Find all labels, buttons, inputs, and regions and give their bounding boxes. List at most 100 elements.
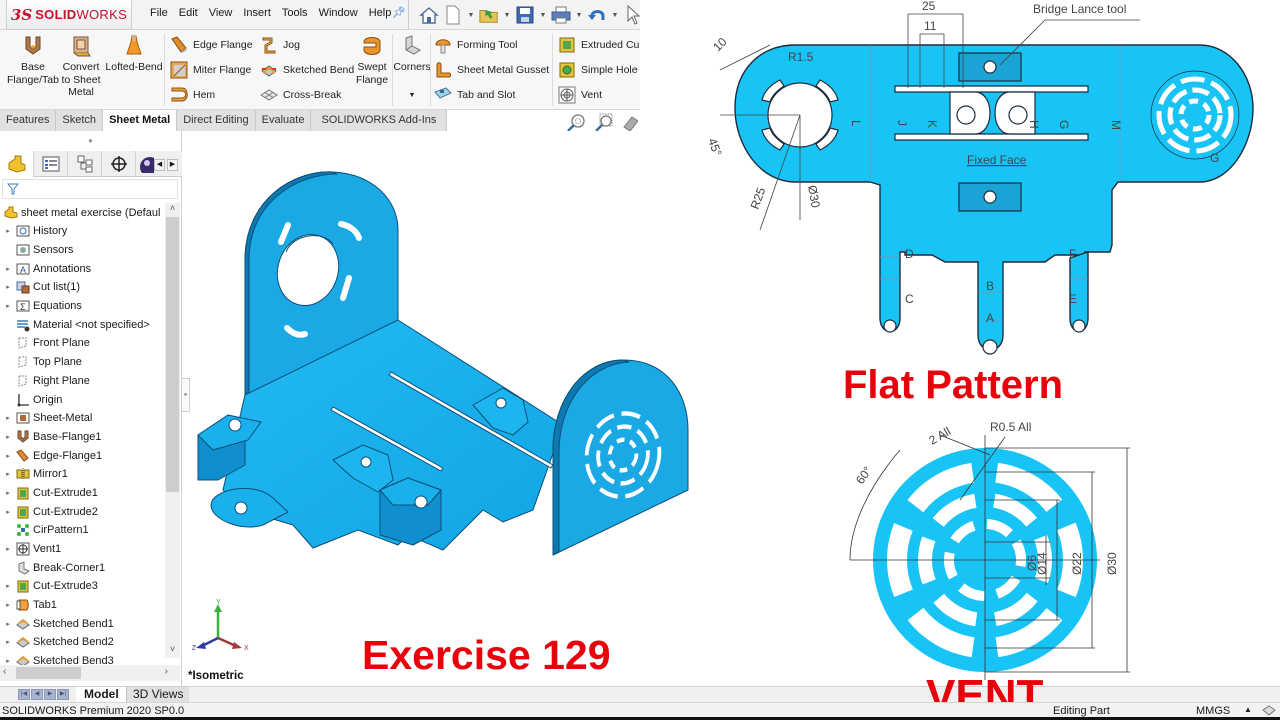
menu-insert[interactable]: Insert [243,7,271,19]
tab-sketch[interactable]: Sketch [56,110,104,131]
hem-button[interactable]: Hem [170,86,215,104]
tab-3d-views[interactable]: 3D Views [126,687,190,703]
new-document-icon[interactable] [443,5,463,25]
tree-horizontal-scrollbar[interactable]: ‹ › [0,665,180,681]
open-dropdown-icon[interactable]: ▼ [503,12,511,19]
select-cursor-icon[interactable] [623,5,643,25]
tree-item-cut-extrude1[interactable]: ▸ Cut-Extrude1 [0,484,165,503]
units-menu-icon[interactable]: ▲ [1244,705,1252,714]
previous-view-icon[interactable] [622,113,638,133]
tree-item-origin[interactable]: Origin [0,390,165,409]
tree-item-annotations[interactable]: ▸ A Annotations [0,259,165,278]
tree-item-sensors[interactable]: Sensors [0,241,165,260]
expand-arrow-icon[interactable]: ▸ [0,601,16,609]
corners-button[interactable]: Corners ▼ [393,34,431,103]
expand-arrow-icon[interactable]: ▸ [0,489,16,497]
expand-arrow-icon[interactable]: ▸ [0,470,16,478]
save-icon[interactable] [515,5,535,25]
expand-arrow-icon[interactable]: ▸ [0,283,16,291]
new-dropdown-icon[interactable]: ▼ [467,12,475,19]
tree-item-base-flange1[interactable]: ▸ Base-Flange1 [0,428,165,447]
cross-break-button[interactable]: Cross-Break [260,86,341,104]
convert-sheet-metal-button[interactable]: Convert to Sheet Metal [60,34,102,99]
tree-item-sketched-bend1[interactable]: ▸ Sketched Bend1 [0,614,165,633]
sketched-bend-button[interactable]: Sketched Bend [260,61,354,79]
tab-scroll-right-icon[interactable]: ▶ [167,159,178,171]
edge-flange-button[interactable]: Edge Flange [170,36,253,54]
tree-item-vent1[interactable]: ▸ Vent1 [0,540,165,559]
feature-manager-tab[interactable] [0,151,34,177]
base-flange-button[interactable]: Base Flange/Tab [6,34,60,86]
display-manager-tab[interactable] [136,151,156,177]
expand-arrow-icon[interactable]: ▸ [0,265,16,273]
lofted-bend-button[interactable]: Lofted-Bend [104,34,164,74]
dimxpert-manager-tab[interactable] [102,151,136,177]
tree-item-cut-extrude3[interactable]: ▸ Cut-Extrude3 [0,577,165,596]
scroll-down-icon[interactable]: ˅ [165,644,180,658]
tree-item-sketched-bend2[interactable]: ▸ Sketched Bend2 [0,633,165,652]
expand-arrow-icon[interactable]: ▸ [0,657,16,665]
expand-arrow-icon[interactable]: ▸ [0,302,16,310]
tree-item-cut-list-1[interactable]: ▸ Cut list(1) [0,278,165,297]
tree-item-cirpattern1[interactable]: CirPattern1 [0,521,165,540]
corners-dropdown-icon[interactable]: ▼ [409,90,416,103]
scroll-right-icon[interactable]: › [165,666,168,677]
property-manager-tab[interactable] [34,151,68,177]
open-icon[interactable] [479,5,499,25]
extruded-cut-button[interactable]: Extruded Cu [558,36,639,54]
menu-file[interactable]: File [150,7,168,19]
expand-arrow-icon[interactable]: ▸ [0,620,16,628]
tree-item-material-not-specified[interactable]: Material <not specified> [0,315,165,334]
sheet-metal-3d-model[interactable] [183,160,713,600]
solidworks-logo[interactable]: 3S SOLIDWORKS [6,0,132,30]
undo-icon[interactable] [587,5,607,25]
tree-item-right-plane[interactable]: Right Plane [0,372,165,391]
tree-item-edge-flange1[interactable]: ▸ Edge-Flange1 [0,446,165,465]
tab-model[interactable]: Model [76,687,127,703]
simple-hole-button[interactable]: Simple Hole [558,61,638,79]
home-icon[interactable] [419,5,439,25]
tree-vertical-scrollbar[interactable]: ˄ ˅ [165,203,180,658]
swept-flange-button[interactable]: Swept Flange [352,34,392,86]
last-tab-icon[interactable]: ▶| [57,689,69,700]
vent-button[interactable]: Vent [558,86,602,104]
tab-direct-editing[interactable]: Direct Editing [177,110,256,131]
tree-root-part[interactable]: sheet metal exercise (Defaul [0,203,165,222]
expand-arrow-icon[interactable]: ▸ [0,545,16,553]
tree-item-break-corner1[interactable]: Break-Corner1 [0,558,165,577]
tab-and-slot-button[interactable]: Tab and Slot [434,86,515,104]
tab-features[interactable]: Features [0,110,57,131]
jog-button[interactable]: Jog [260,36,300,54]
prev-tab-icon[interactable]: ◀ [31,689,43,700]
print-dropdown-icon[interactable]: ▼ [575,12,583,19]
tree-item-history[interactable]: ▸ History [0,222,165,241]
tree-item-tab1[interactable]: ▸ Tab1 [0,596,165,615]
expand-arrow-icon[interactable]: ▸ [0,433,16,441]
menu-tools[interactable]: Tools [282,7,308,19]
tree-item-sheet-metal[interactable]: ▸ Sheet-Metal [0,409,165,428]
zoom-to-fit-icon[interactable] [566,113,586,133]
expand-arrow-icon[interactable]: ▸ [0,582,16,590]
expand-arrow-icon[interactable]: ▸ [0,508,16,516]
tree-filter-input[interactable] [2,179,178,199]
expand-arrow-icon[interactable]: ▸ [0,638,16,646]
expand-arrow-icon[interactable]: ▸ [0,227,16,235]
first-tab-icon[interactable]: |◀ [18,689,30,700]
pin-icon[interactable]: 📌︎ [392,6,406,19]
tree-item-front-plane[interactable]: Front Plane [0,334,165,353]
scroll-up-icon[interactable]: ˄ [165,203,180,217]
scroll-thumb[interactable] [166,217,179,492]
sheet-metal-gusset-button[interactable]: Sheet Metal Gusset [434,61,549,79]
tree-item-mirror1[interactable]: ▸ Mirror1 [0,465,165,484]
tab-sheet-metal[interactable]: Sheet Metal [103,110,178,131]
next-tab-icon[interactable]: ▶ [44,689,56,700]
expand-arrow-icon[interactable]: ▸ [0,452,16,460]
unit-system[interactable]: MMGS [1196,705,1230,717]
tree-item-equations[interactable]: ▸ Σ Equations [0,297,165,316]
zoom-to-area-icon[interactable] [594,113,614,133]
undo-dropdown-icon[interactable]: ▼ [611,12,619,19]
configuration-manager-tab[interactable] [68,151,102,177]
miter-flange-button[interactable]: Miter Flange [170,61,251,79]
hscroll-thumb[interactable] [16,667,81,679]
menu-edit[interactable]: Edit [179,7,198,19]
